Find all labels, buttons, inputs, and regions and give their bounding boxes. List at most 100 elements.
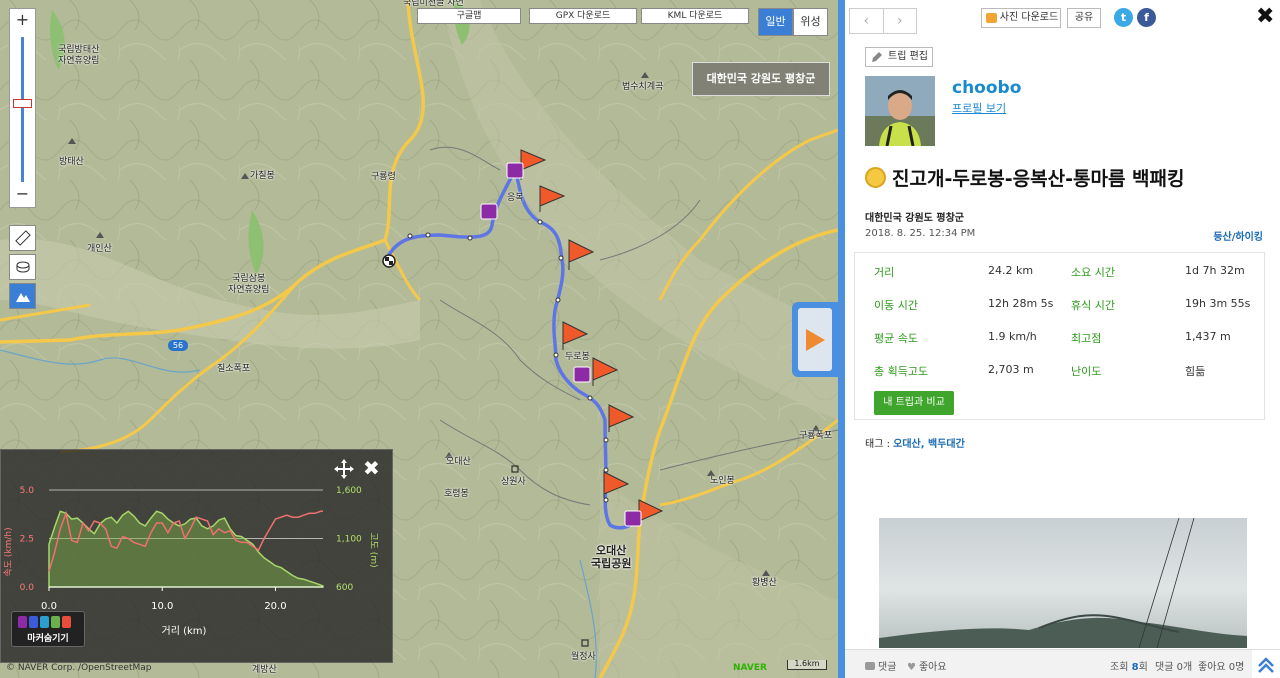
map-label: 상원사 xyxy=(501,477,526,487)
ruler-tool-button[interactable] xyxy=(9,225,36,251)
pencil-icon xyxy=(872,52,882,62)
like-button[interactable]: ♥ 좋아요 xyxy=(907,658,947,673)
photo-download-button[interactable]: 사진 다운로드 xyxy=(981,8,1061,28)
scroll-top-button[interactable] xyxy=(1252,650,1280,678)
comment-button[interactable]: 댓글 xyxy=(865,658,896,673)
peak-icon xyxy=(68,138,76,144)
video-marker-icon xyxy=(29,616,38,628)
edit-trip-button[interactable]: 트립 편집 xyxy=(865,47,933,67)
stat-value: 힘듦 xyxy=(1185,365,1206,378)
gpx-download-link[interactable]: GPX 다운로드 xyxy=(529,8,637,24)
stat-label: 난이도 xyxy=(1071,365,1102,378)
map-label: 개인산 xyxy=(87,244,112,254)
stat-value: 1d 7h 32m xyxy=(1185,264,1245,277)
road-number: 56 xyxy=(172,341,184,350)
waypoint-marker-icon xyxy=(40,616,49,628)
stat-label: 최고점 xyxy=(1071,332,1102,345)
stat-label: 평균 속도 xyxy=(874,332,918,345)
compare-trip-button[interactable]: 내 트립과 비교 xyxy=(874,391,954,415)
marker-hide-label: 마커숨기기 xyxy=(27,634,69,644)
prev-trip-button[interactable]: ‹ xyxy=(850,9,883,33)
trip-title: 진고개-두로봉-응복산-통마름 백패킹 xyxy=(865,164,1184,191)
stat-label: 휴식 시간 xyxy=(1071,299,1115,312)
play-icon xyxy=(806,328,825,351)
maptype-normal-button[interactable]: 일반 xyxy=(758,8,793,36)
photo-download-label: 사진 다운로드 xyxy=(999,12,1059,23)
trip-datetime: 2018. 8. 25. 12:34 PM xyxy=(865,228,976,239)
comment-label: 댓글 xyxy=(878,662,897,673)
like-label: 좋아요 xyxy=(918,662,947,673)
views-unit: 회 xyxy=(1138,662,1148,673)
google-map-link[interactable]: 구글맵 xyxy=(417,8,521,24)
map-scale-bar: 1.6km xyxy=(787,660,827,670)
stat-label: 소요 시간 xyxy=(1071,266,1115,279)
map-label: 응복 xyxy=(507,193,524,203)
maptype-satellite-button[interactable]: 위성 xyxy=(793,8,828,36)
zoom-control: + − xyxy=(9,8,36,208)
kml-download-link[interactable]: KML 다운로드 xyxy=(641,8,749,24)
peak-icon xyxy=(241,173,249,179)
altitude-area xyxy=(48,510,324,588)
stat-label: 거리 xyxy=(874,266,895,279)
map-label: 두로봉 xyxy=(565,352,590,362)
map-copyright: © NAVER Corp. /OpenStreetMap xyxy=(6,663,152,673)
y-axis-right-label: 고도 (m) xyxy=(368,532,378,567)
map-label: 국립삼봉 자연휴양림 xyxy=(228,274,270,295)
stat-value: 2,703 m xyxy=(988,363,1034,376)
view-count: 조회 8회 xyxy=(1110,658,1148,673)
close-chart-icon[interactable]: ✖ xyxy=(363,458,380,478)
stat-value: 24.2 km xyxy=(988,264,1034,277)
stat-label: 이동 시간 xyxy=(874,299,918,312)
zoom-out-button[interactable]: − xyxy=(10,183,35,207)
map-label: 호령봉 xyxy=(444,489,469,499)
views-count: 8 xyxy=(1131,662,1139,673)
trip-region: 대한민국 강원도 평창군 xyxy=(865,213,964,224)
next-trip-button[interactable]: › xyxy=(882,9,917,33)
marker-icons xyxy=(12,612,84,628)
elevation-chart-panel: 5.0 1,600 2.5 1,100 0.0 600 0.0 10.0 20.0 속도 (km… xyxy=(0,449,393,663)
trip-badge-icon xyxy=(865,167,886,188)
play-button[interactable] xyxy=(792,302,838,377)
scroll-top-icon xyxy=(1258,656,1274,673)
map-label: 방태산 xyxy=(59,157,84,167)
x-axis-label: 거리 (km) xyxy=(162,625,207,637)
map-label: 구룡폭포 xyxy=(799,431,833,441)
share-button[interactable]: 공유 xyxy=(1067,8,1101,28)
peak-icon xyxy=(641,72,649,78)
peak-icon xyxy=(96,232,104,238)
trip-photo[interactable] xyxy=(879,518,1247,648)
tag-links[interactable]: 오대산, 백두대간 xyxy=(893,439,965,450)
username[interactable]: choobo xyxy=(952,78,1021,98)
profile-link[interactable]: 프로필 보기 xyxy=(952,100,1006,116)
close-panel-icon[interactable]: ✖ xyxy=(1256,4,1274,29)
y-right-tick-label: 600 xyxy=(336,583,353,593)
panel-divider xyxy=(838,0,845,678)
y-left-tick-label: 2.5 xyxy=(20,535,34,545)
edit-trip-label: 트립 편집 xyxy=(888,51,928,62)
stat-value: 12h 28m 5s xyxy=(988,297,1054,310)
x-tick-label: 10.0 xyxy=(151,601,173,612)
zoom-slider-thumb[interactable] xyxy=(13,99,32,108)
area-tool-button[interactable] xyxy=(9,254,36,280)
zoom-in-button[interactable]: + xyxy=(10,9,35,33)
y-right-tick-label: 1,600 xyxy=(336,486,362,496)
elevation-toggle-button[interactable] xyxy=(9,283,36,309)
x-tick-label: 20.0 xyxy=(264,601,286,612)
map-label: 월정사 xyxy=(571,652,596,662)
tags-label: 태그 : xyxy=(865,439,894,450)
avatar[interactable] xyxy=(865,76,935,146)
map-label: 법수치계곡 xyxy=(622,82,664,92)
map-label: 국립방태산 자연휴양림 xyxy=(58,45,100,66)
trip-detail-panel: ‹ › 사진 다운로드 공유 t f ✖ 트립 편집 choobo 프로필 보기… xyxy=(845,0,1280,678)
trip-map[interactable]: 56 국립미천골 자연 국립방태산 자연휴양림 방태산 가칠봉 개인산 국립삼봉… xyxy=(0,0,838,678)
map-label: 황병산 xyxy=(752,578,777,588)
marker-hide-button[interactable]: 마커숨기기 xyxy=(11,611,85,647)
ruler-icon xyxy=(14,230,31,246)
trip-pager: ‹ › xyxy=(849,8,917,34)
move-panel-icon[interactable] xyxy=(333,458,355,485)
twitter-icon[interactable]: t xyxy=(1114,8,1133,27)
zoom-slider-track[interactable] xyxy=(21,37,24,182)
like-count: 좋아요 0명 xyxy=(1198,662,1245,673)
trip-category-link[interactable]: 등산/하이킹 xyxy=(1213,228,1263,243)
facebook-icon[interactable]: f xyxy=(1137,8,1156,27)
